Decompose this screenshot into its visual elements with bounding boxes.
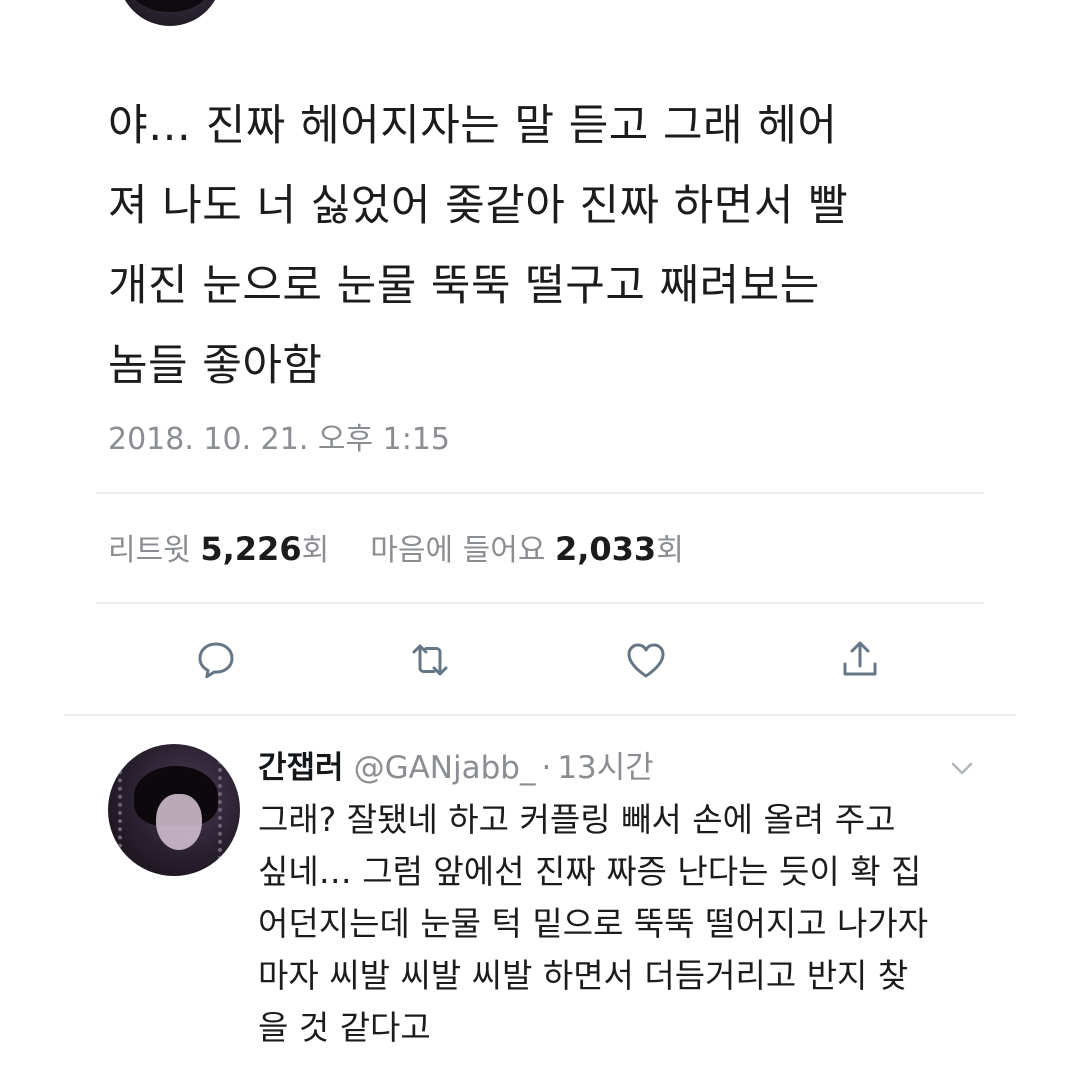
- tweet-text-line: 져 나도 너 싫었어 좆같아 진짜 하면서 빨: [108, 181, 849, 231]
- divider: [96, 602, 984, 604]
- tweet-timestamp[interactable]: 2018. 10. 21. 오후 1:15: [108, 414, 450, 458]
- reply-icon: [198, 642, 234, 679]
- tweet-action-bar: [0, 630, 1080, 690]
- tweet-stats: 리트윗 5,226회 마음에 들어요 2,033회: [108, 525, 684, 569]
- reply-menu-button[interactable]: [944, 750, 980, 786]
- reply-author-handle[interactable]: @GANjabb_: [354, 750, 536, 786]
- author-avatar[interactable]: [118, 0, 222, 26]
- reply-text-line: 싶네… 그럼 앞에선 진짜 짜증 난다는 듯이 확 집: [258, 852, 922, 891]
- likes-count: 2,033: [554, 530, 657, 568]
- tweet-text-line: 야… 진짜 헤어지자는 말 듣고 그래 헤어: [108, 101, 838, 151]
- reply-separator: ·: [541, 750, 552, 786]
- reply-time[interactable]: 13시간: [557, 750, 654, 786]
- reply-tweet[interactable]: 간잽러 @GANjabb_ · 13시간 그래? 잘됐네 하고 커플링 빼서 손에 올…: [0, 716, 1080, 1080]
- retweets-count: 5,226: [200, 530, 302, 568]
- reply-avatar[interactable]: [108, 744, 240, 876]
- divider: [96, 492, 984, 494]
- reply-text-line: 그래? 잘됐네 하고 커플링 빼서 손에 올려 주고: [258, 800, 896, 839]
- reply-header: 간잽러 @GANjabb_ · 13시간: [258, 742, 654, 787]
- retweet-icon: [412, 644, 448, 676]
- avatar-face-shape: [156, 794, 202, 850]
- reply-text-line: 어던지는데 눈물 턱 밑으로 뚝뚝 떨어지고 나가자: [258, 904, 929, 943]
- chevron-down-icon: [951, 762, 973, 775]
- like-button[interactable]: [616, 630, 676, 690]
- tweet-text-line: 개진 눈으로 눈물 뚝뚝 떨구고 째려보는: [108, 261, 820, 311]
- retweets-stat[interactable]: 리트윗 5,226회: [108, 530, 339, 568]
- share-icon: [843, 641, 877, 676]
- author-name-cropped: [256, 0, 496, 6]
- retweets-label: 리트윗: [108, 533, 191, 568]
- reply-author-name[interactable]: 간잽러: [258, 750, 344, 786]
- reply-text: 그래? 잘됐네 하고 커플링 빼서 손에 올려 주고 싶네… 그럼 앞에선 진짜…: [258, 794, 1058, 1054]
- heart-icon: [627, 643, 665, 678]
- avatar-hair-shape: [130, 0, 210, 12]
- reply-text-line: 을 것 같다고: [258, 1008, 431, 1047]
- likes-label: 마음에 들어요: [370, 533, 546, 568]
- tweet-text-line: 놈들 좋아함: [108, 341, 323, 391]
- retweet-button[interactable]: [400, 630, 460, 690]
- reply-text-line: 마자 씨발 씨발 씨발 하면서 더듬거리고 반지 찾: [258, 956, 909, 995]
- likes-unit: 회: [656, 533, 684, 568]
- reply-button[interactable]: [186, 630, 246, 690]
- avatar-chain-shape: [218, 752, 240, 868]
- tweet-text: 야… 진짜 헤어지자는 말 듣고 그래 헤어 져 나도 너 싫었어 좆같아 진짜…: [108, 86, 968, 406]
- retweets-unit: 회: [301, 533, 330, 568]
- likes-stat[interactable]: 마음에 들어요 2,033회: [370, 530, 684, 568]
- share-button[interactable]: [830, 630, 890, 690]
